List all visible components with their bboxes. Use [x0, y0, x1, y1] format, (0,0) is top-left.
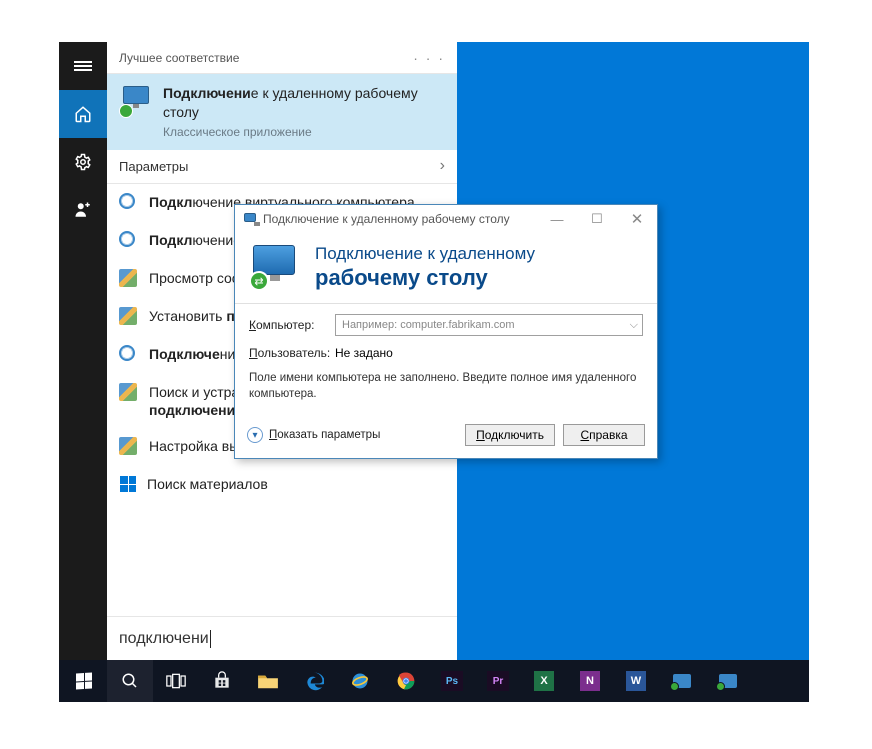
help-button[interactable]: Справка: [563, 424, 645, 446]
settings-rail-button[interactable]: [59, 138, 107, 186]
taskview-button[interactable]: [153, 660, 199, 702]
photoshop-taskbar-button[interactable]: Ps: [429, 660, 475, 702]
taskview-icon: [166, 673, 186, 689]
rdc-taskbar-button-1[interactable]: [659, 660, 705, 702]
taskbar: Ps Pr X N W: [59, 660, 809, 702]
store-taskbar-button[interactable]: [199, 660, 245, 702]
hamburger-icon: [74, 59, 92, 73]
home-rail-button[interactable]: [59, 90, 107, 138]
edge-icon: [304, 671, 324, 691]
chevron-right-icon: ›: [440, 157, 445, 175]
network-icon: [119, 269, 139, 289]
computer-placeholder: Например: computer.fabrikam.com: [342, 319, 515, 331]
contact-rail-button[interactable]: [59, 186, 107, 234]
user-label: Пользователь:: [249, 346, 325, 360]
network-icon: [119, 383, 139, 403]
explorer-taskbar-button[interactable]: [245, 660, 291, 702]
network-icon: [119, 437, 139, 457]
rdc-title-text: Подключение к удаленному рабочему столу: [263, 212, 510, 226]
computer-combobox[interactable]: Например: computer.fabrikam.com ⌵: [335, 314, 643, 336]
parameters-section-header[interactable]: Параметры ›: [107, 150, 457, 184]
computer-label: Компьютер:: [249, 318, 325, 332]
rdc-titlebar-icon: [243, 212, 257, 226]
chrome-taskbar-button[interactable]: [383, 660, 429, 702]
chevron-down-icon: ⌵: [630, 319, 638, 332]
network-icon: [119, 307, 139, 327]
search-icon: [121, 672, 139, 690]
excel-taskbar-button[interactable]: X: [521, 660, 567, 702]
start-left-rail: [59, 42, 107, 660]
more-icon[interactable]: · · ·: [413, 50, 445, 66]
hamburger-button[interactable]: [59, 42, 107, 90]
rdc-icon: [717, 670, 739, 692]
windows-icon: [73, 670, 95, 692]
word-taskbar-button[interactable]: W: [613, 660, 659, 702]
pr-icon: Pr: [487, 671, 509, 691]
best-match-header: Лучшее соответствие · · ·: [107, 42, 457, 74]
user-value: Не задано: [335, 346, 393, 360]
rdc-banner: Подключение к удаленному рабочему столу: [235, 233, 657, 303]
gear-icon: [119, 231, 139, 251]
onenote-icon: N: [579, 670, 601, 692]
search-input[interactable]: подключени: [107, 616, 457, 660]
minimize-button[interactable]: —: [537, 205, 577, 233]
chrome-icon: [396, 671, 416, 691]
best-match-text: Подключение к удаленному рабочему столу …: [163, 84, 445, 140]
rdc-body: Компьютер: Например: computer.fabrikam.c…: [235, 303, 657, 418]
best-match-subtitle: Классическое приложение: [163, 124, 445, 140]
rdc-icon: [671, 670, 693, 692]
parameters-label: Параметры: [119, 159, 188, 174]
start-button[interactable]: [61, 660, 107, 702]
best-match-item[interactable]: Подключение к удаленному рабочему столу …: [107, 74, 457, 150]
search-text: подключени: [119, 630, 209, 648]
gear-icon: [119, 345, 139, 365]
rdc-help-message: Поле имени компьютера не заполнено. Введ…: [249, 370, 643, 402]
chevron-down-icon: ▾: [247, 427, 263, 443]
person-icon: [74, 201, 92, 219]
rdc-taskbar-button-2[interactable]: [705, 660, 751, 702]
maximize-button[interactable]: ☐: [577, 205, 617, 233]
word-icon: W: [625, 670, 647, 692]
show-options-button[interactable]: ▾ Показать параметры: [247, 427, 380, 443]
text-caret: [210, 630, 211, 648]
onenote-taskbar-button[interactable]: N: [567, 660, 613, 702]
ie-taskbar-button[interactable]: [337, 660, 383, 702]
ps-icon: Ps: [441, 671, 463, 691]
store-icon: [212, 671, 232, 691]
rdc-dialog: Подключение к удаленному рабочему столу …: [234, 204, 658, 459]
close-button[interactable]: ✕: [617, 205, 657, 233]
rdc-banner-icon: [249, 241, 301, 293]
search-taskbar-button[interactable]: [107, 660, 153, 702]
gear-icon: [119, 193, 139, 213]
window-controls: — ☐ ✕: [537, 205, 657, 233]
home-icon: [74, 105, 92, 123]
list-item[interactable]: Поиск материалов: [107, 466, 457, 502]
premiere-taskbar-button[interactable]: Pr: [475, 660, 521, 702]
rdc-banner-text: Подключение к удаленному рабочему столу: [315, 243, 535, 292]
edge-taskbar-button[interactable]: [291, 660, 337, 702]
rdc-footer: ▾ Показать параметры Подключить Справка: [235, 418, 657, 458]
excel-icon: X: [533, 670, 555, 692]
folder-icon: [257, 672, 279, 690]
store-icon: [119, 475, 137, 493]
rdc-app-icon: [119, 84, 153, 118]
gear-icon: [74, 153, 92, 171]
best-match-label: Лучшее соответствие: [119, 51, 239, 65]
ie-icon: [350, 671, 370, 691]
connect-button[interactable]: Подключить: [465, 424, 555, 446]
desktop-area: Лучшее соответствие · · · Подключение к …: [59, 42, 809, 702]
rdc-titlebar[interactable]: Подключение к удаленному рабочему столу …: [235, 205, 657, 233]
